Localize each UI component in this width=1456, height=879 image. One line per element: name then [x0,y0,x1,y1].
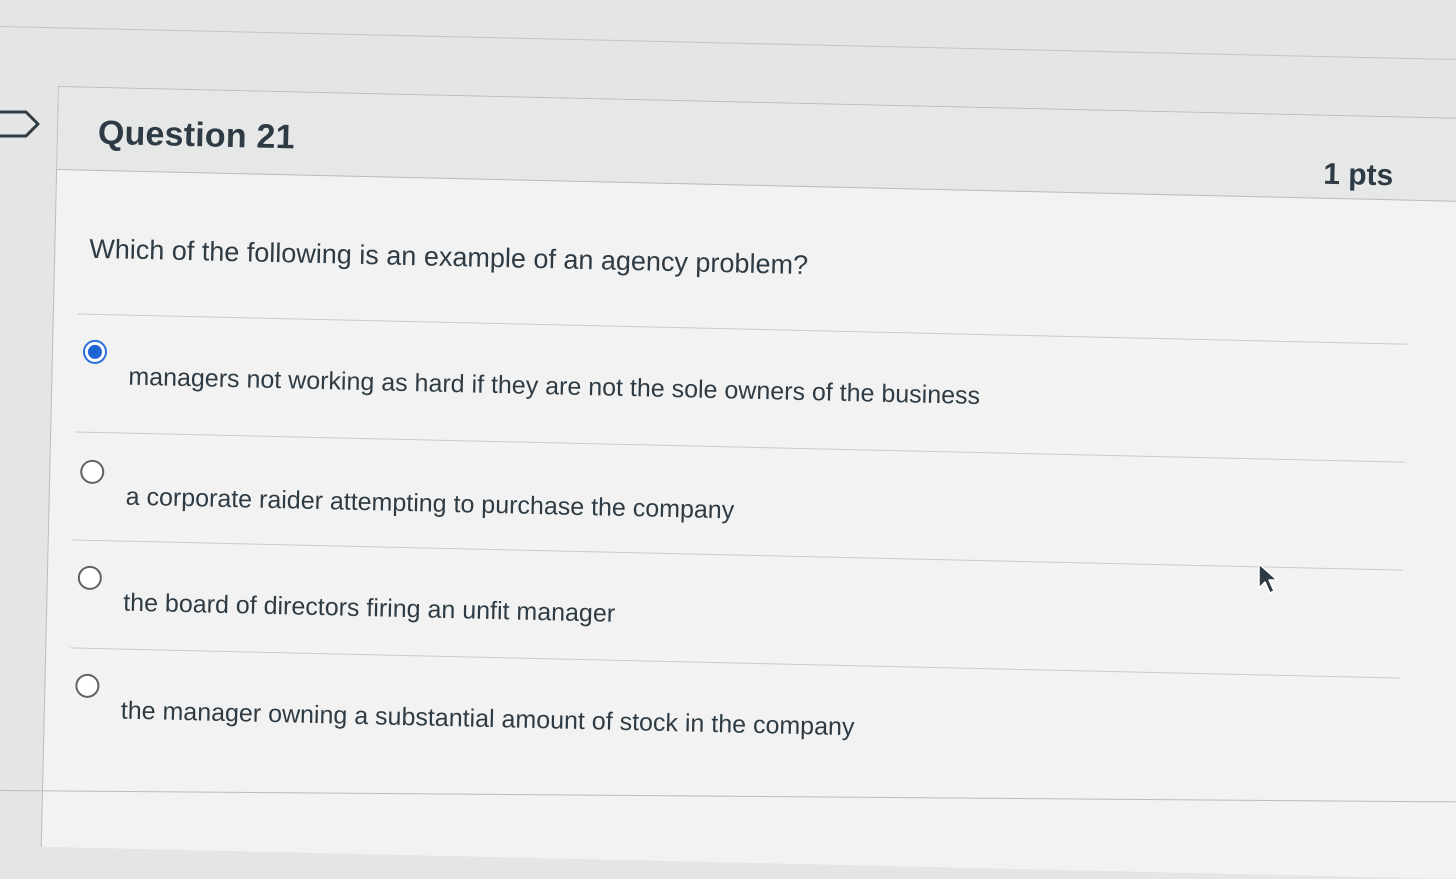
answer-option-2[interactable]: a corporate raider attempting to purchas… [78,459,1380,579]
question-header: Question 21 1 pts [57,87,1456,203]
radio-unselected-icon[interactable] [75,673,100,699]
answer-label: a corporate raider attempting to purchas… [125,482,735,525]
question-text: Which of the following is an example of … [88,233,809,281]
answer-label: managers not working as hard if they are… [128,362,981,410]
question-card: Question 21 1 pts Which of the following… [40,86,1456,879]
radio-selected-icon[interactable] [82,339,108,365]
mouse-pointer-icon [1258,563,1278,594]
answer-label: the manager owning a substantial amount … [120,696,855,742]
answer-divider [77,313,1408,345]
question-points: 1 pts [1322,157,1394,193]
answer-label: the board of directors firing an unfit m… [122,588,616,628]
page-top-divider [0,26,1456,61]
answer-option-1[interactable]: managers not working as hard if they are… [81,339,1383,459]
radio-unselected-icon[interactable] [77,565,103,591]
answer-option-3[interactable]: the board of directors firing an unfit m… [76,565,1378,685]
question-title: Question 21 [97,113,296,157]
radio-unselected-icon[interactable] [79,459,105,485]
flag-question-icon[interactable] [0,108,40,140]
answer-option-4[interactable]: the manager owning a substantial amount … [74,673,1376,793]
